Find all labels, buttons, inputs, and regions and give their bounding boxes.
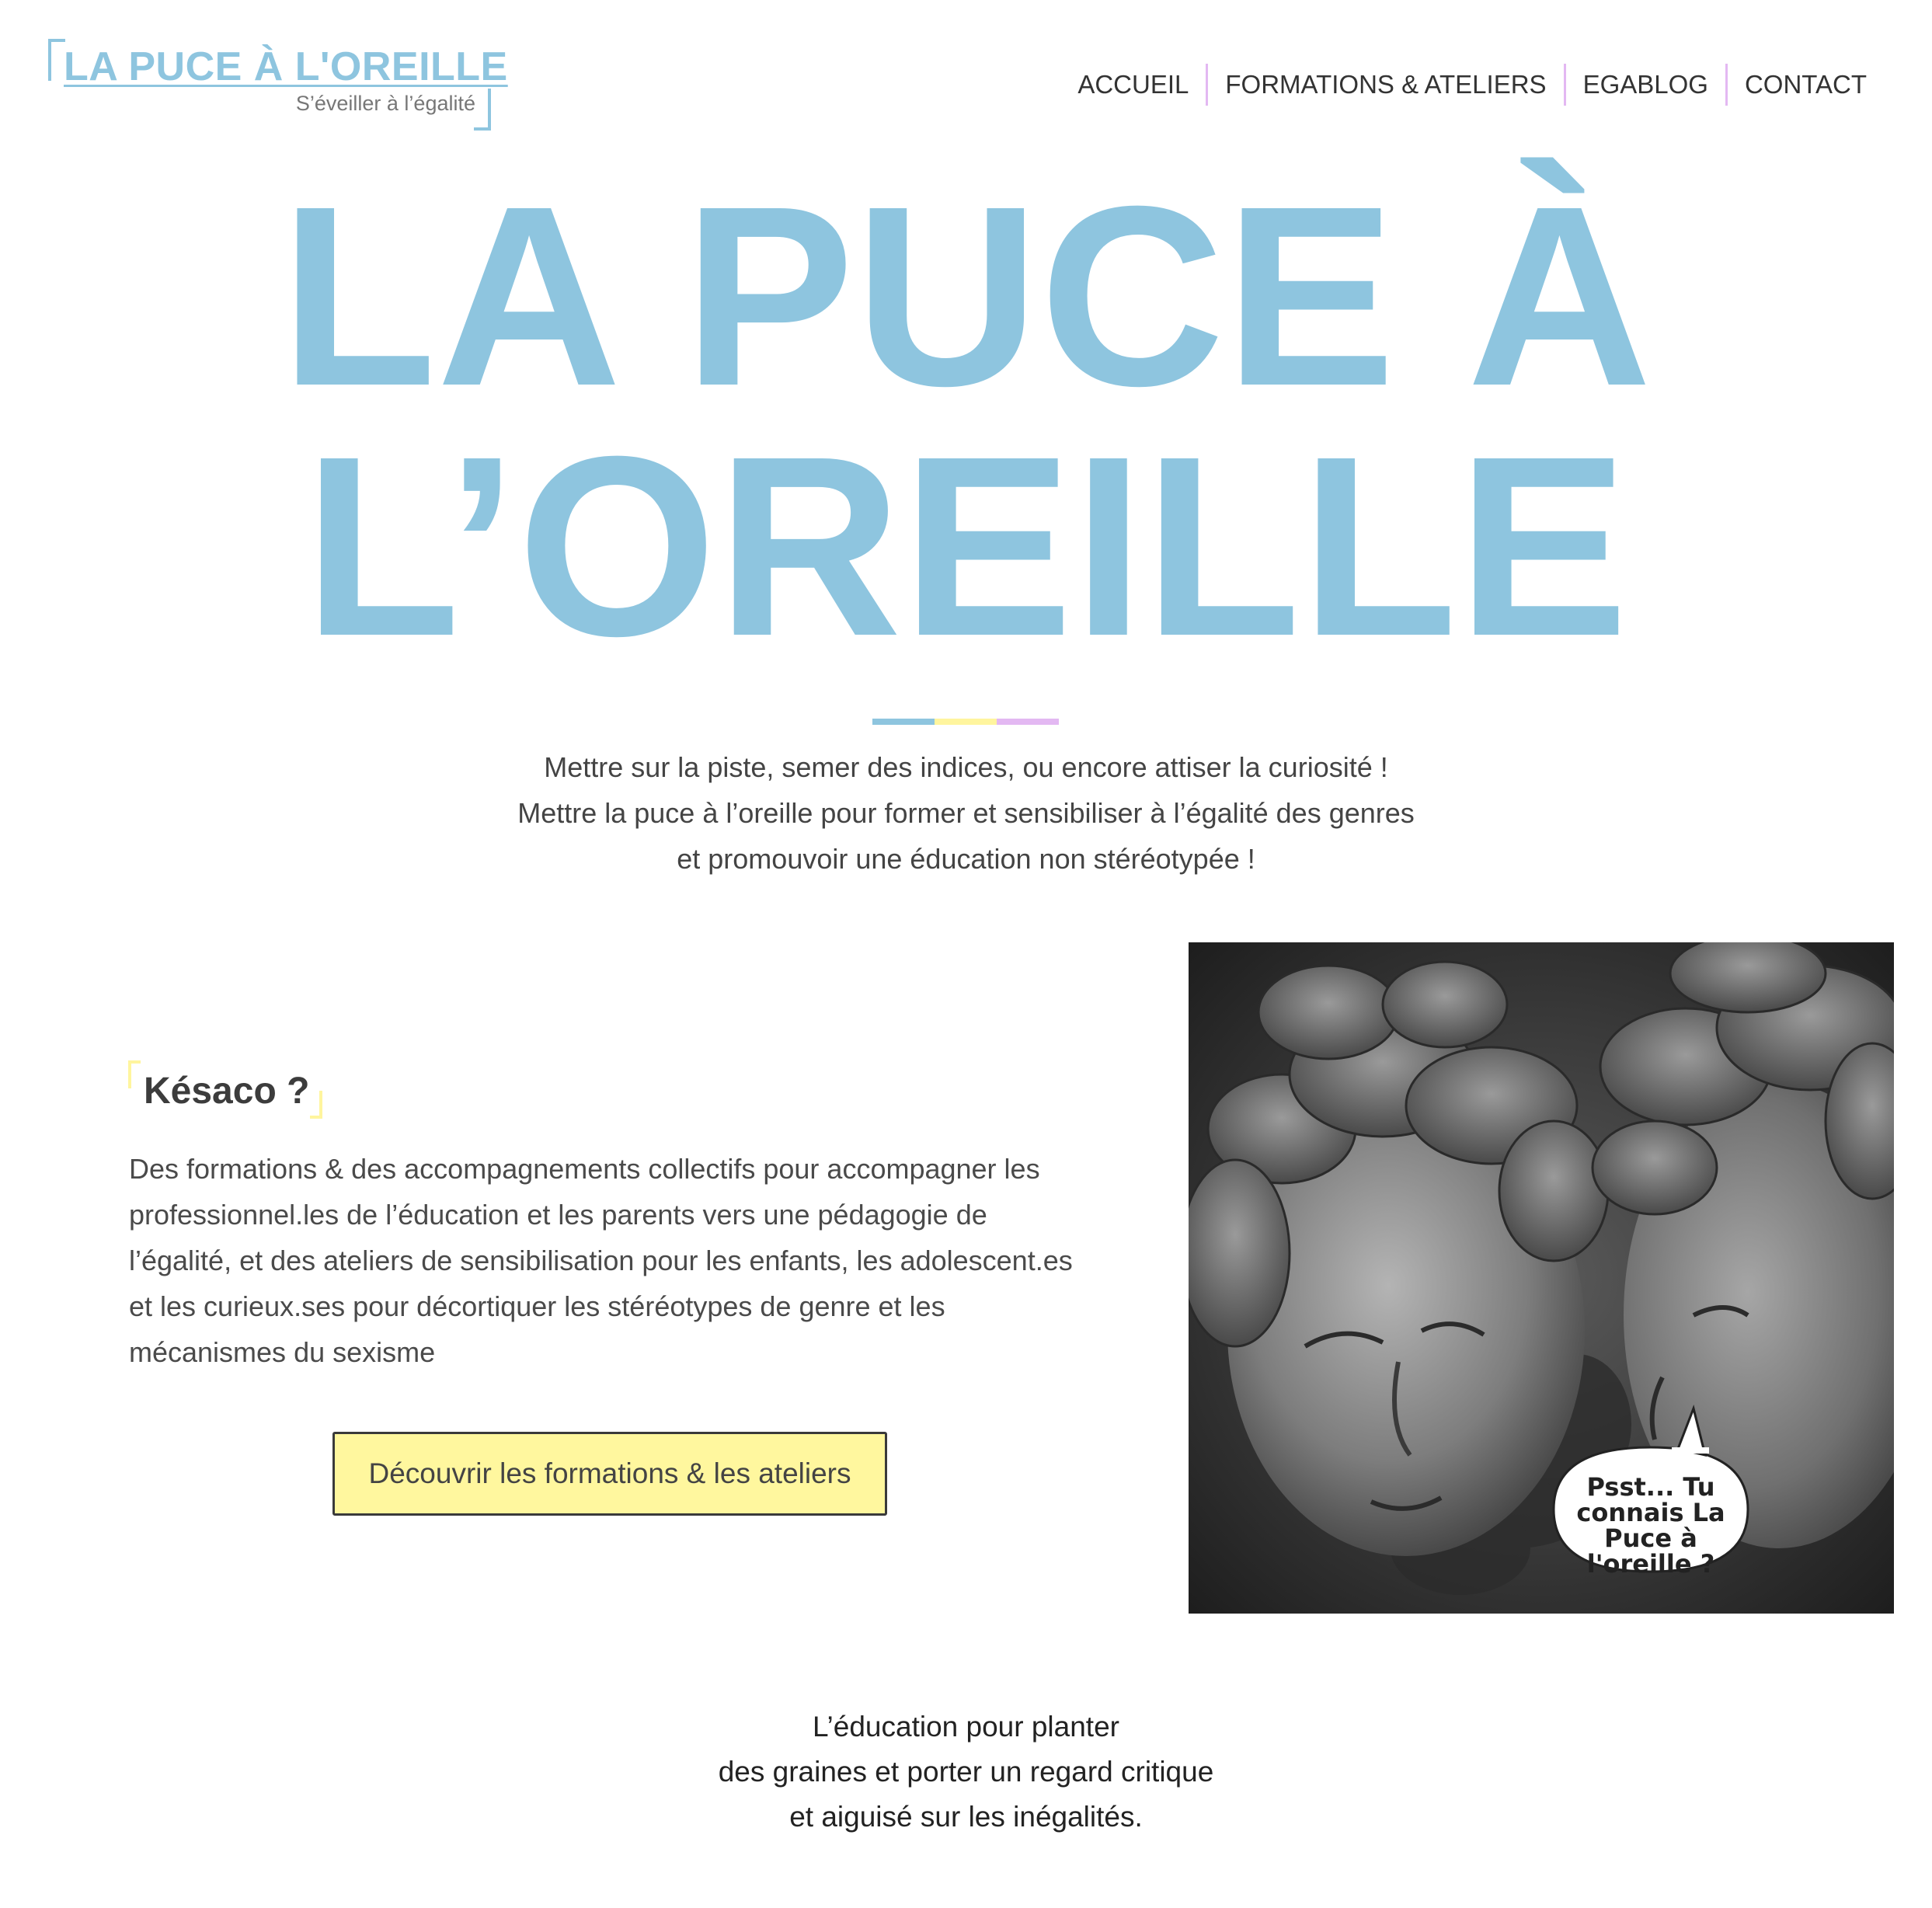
statues-whisper-photo: Psst... Tu connais La Puce à l'oreille ?	[1189, 942, 1894, 1614]
description-line: Des formations & des accompagnements col…	[129, 1153, 1040, 1185]
intro-line: Mettre la puce à l’oreille pour former e…	[517, 797, 1415, 829]
tricolor-divider	[872, 719, 1059, 725]
nav-item-contact[interactable]: CONTACT	[1725, 64, 1884, 106]
description-line: mécanismes du sexisme	[129, 1336, 436, 1368]
divider-purple-segment	[997, 719, 1059, 725]
logo-tagline: S’éveiller à l’égalité	[295, 92, 475, 115]
speech-line: l'oreille ?	[1587, 1549, 1715, 1579]
closing-quote: L’éducation pour planter des graines et …	[0, 1704, 1932, 1840]
logo-bracket-bottom-right	[474, 89, 491, 131]
closing-line: des graines et porter un regard critique	[718, 1756, 1214, 1788]
kesaco-description: Des formations & des accompagnements col…	[129, 1146, 1108, 1375]
hero-title-line-1: LA PUCE À	[280, 152, 1652, 439]
main-navigation: ACCUEIL FORMATIONS & ATELIERS EGABLOG CO…	[1060, 64, 1884, 106]
description-line: et les curieux.ses pour décortiquer les …	[129, 1290, 945, 1322]
heading-bracket-top-left	[128, 1060, 141, 1088]
discover-formations-button[interactable]: Découvrir les formations & les ateliers	[332, 1432, 887, 1516]
hero-title-line-2: L’OREILLE	[303, 402, 1629, 689]
nav-item-accueil[interactable]: ACCUEIL	[1060, 64, 1206, 106]
kesaco-title: Késaco ?	[144, 1071, 310, 1112]
site-logo[interactable]: LA PUCE À L'OREILLE S’éveiller à l’égali…	[48, 39, 507, 131]
divider-blue-segment	[872, 719, 935, 725]
hero-intro-text: Mettre sur la piste, semer des indices, …	[0, 744, 1932, 882]
closing-line: L’éducation pour planter	[813, 1711, 1119, 1743]
divider-yellow-segment	[935, 719, 997, 725]
nav-item-formations-ateliers[interactable]: FORMATIONS & ATELIERS	[1206, 64, 1563, 106]
logo-title-link[interactable]: LA PUCE À L'OREILLE	[64, 44, 508, 90]
kesaco-heading-block: Késaco ?	[128, 1060, 322, 1119]
hero-title: LA PUCE À L’OREILLE	[0, 152, 1932, 689]
description-line: l’égalité, et des ateliers de sensibilis…	[129, 1245, 1073, 1276]
logo-bracket-top-left	[48, 39, 65, 81]
description-line: professionnel.les de l’éducation et les …	[129, 1199, 987, 1231]
heading-bracket-bottom-right	[310, 1091, 322, 1119]
intro-line: et promouvoir une éducation non stéréoty…	[677, 843, 1255, 875]
nav-item-egablog[interactable]: EGABLOG	[1563, 64, 1725, 106]
intro-line: Mettre sur la piste, semer des indices, …	[544, 751, 1388, 783]
closing-line: et aiguisé sur les inégalités.	[789, 1801, 1143, 1833]
statues-illustration: Psst... Tu connais La Puce à l'oreille ?	[1189, 942, 1894, 1614]
